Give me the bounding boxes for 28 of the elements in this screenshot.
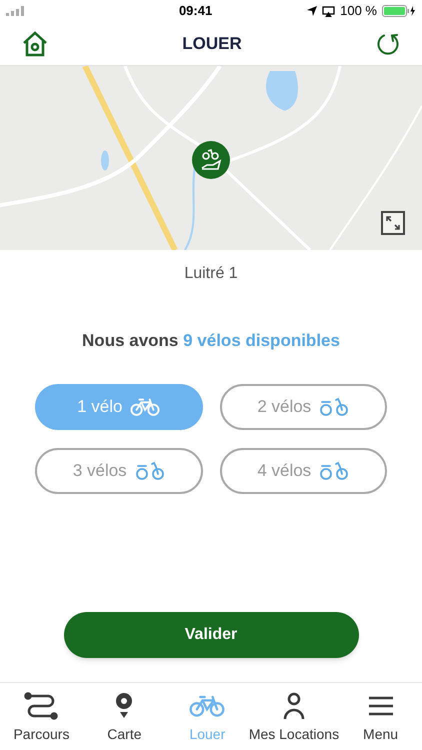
availability-text: Nous avons 9 vélos disponibles: [82, 330, 340, 352]
refresh-icon[interactable]: [376, 32, 400, 56]
bicycle-icon: [319, 460, 350, 480]
tab-bar-item[interactable]: Carte: [82, 690, 166, 744]
validate-button[interactable]: Valider: [64, 612, 358, 658]
tab-bar-item[interactable]: Parcours: [0, 690, 83, 744]
page-title: LOUER: [182, 32, 242, 55]
bicycle-icon: [130, 396, 160, 416]
bicycle-icon: [319, 396, 350, 416]
bicycle-icon: [189, 694, 226, 718]
person-icon: [282, 692, 306, 720]
bicycle-icon: [134, 460, 165, 480]
battery-percent: 100 %: [340, 2, 377, 20]
home-icon[interactable]: [22, 30, 48, 56]
expand-icon: [386, 216, 400, 230]
tab-bar-item[interactable]: Mes Locations: [248, 690, 340, 744]
location-arrow-icon: [307, 6, 318, 16]
status-time: 09:41: [178, 2, 212, 20]
tab-bar-item[interactable]: Menu: [339, 690, 422, 744]
station-name: Luitré 1: [184, 264, 238, 284]
signal-icon: [6, 6, 24, 16]
expand-map-button[interactable]: [381, 211, 405, 235]
bike-hand-icon: [199, 148, 223, 172]
route-icon: [24, 692, 58, 720]
menu-icon: [368, 694, 394, 716]
map-pin-icon: [114, 692, 134, 720]
battery-charging-icon: [382, 5, 416, 17]
screen-mirroring-icon: [322, 6, 336, 16]
